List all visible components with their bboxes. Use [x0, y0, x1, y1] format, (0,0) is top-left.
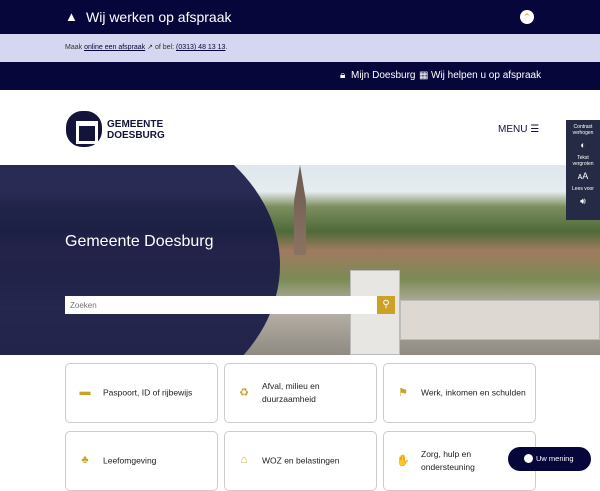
mijn-doesburg-link[interactable]: Mijn Doesburg [351, 70, 415, 81]
alert-text: Maak [65, 44, 83, 51]
handshake-icon: ✋ [396, 455, 410, 467]
hero-title: Gemeente Doesburg [65, 233, 214, 250]
hero-overlay [0, 165, 280, 355]
read-aloud-button[interactable]: Lees voor 🔊︎ [566, 186, 600, 207]
alert-bar: ▲ Wij werken op afspraak ⌃ [0, 0, 600, 34]
recycle-icon: ♻ [239, 387, 249, 399]
search-input[interactable] [65, 296, 377, 314]
building-image [400, 300, 600, 340]
alert-text: . [225, 44, 228, 51]
search-button[interactable]: ⚲ [377, 296, 395, 314]
search-icon: ⚲ [382, 299, 390, 310]
feedback-button[interactable]: Uw mening [508, 447, 591, 471]
card-woz[interactable]: ⌂ WOZ en belastingen [224, 431, 377, 491]
hamburger-icon: ☰ [530, 124, 540, 135]
id-card-icon: ▬ [79, 386, 91, 398]
calendar-icon: ▦ [419, 70, 429, 81]
accessibility-panel: Contrast verhogen ◐ Tekst vergroten ᴀA Lee… [566, 120, 600, 220]
phone-link[interactable]: (0313) 48 13 13 [176, 44, 225, 51]
card-paspoort[interactable]: ▬ Paspoort, ID of rijbewijs [65, 363, 218, 423]
alert-details: Maak online een afspraak ↗ of bel: (0313… [0, 34, 600, 62]
appointment-link[interactable]: online een afspraak [84, 44, 145, 51]
house-icon: ⌂ [240, 454, 248, 466]
warning-icon: ▲ [65, 9, 78, 24]
card-werk[interactable]: ⚑ Werk, inkomen en schulden [383, 363, 536, 423]
lock-icon: 🔒︎ [340, 70, 346, 81]
card-leefomgeving[interactable]: ♣ Leefomgeving [65, 431, 218, 491]
logo-text[interactable]: GEMEENTE DOESBURG [107, 119, 165, 141]
text-size-button[interactable]: Tekst vergroten ᴀA [566, 155, 600, 182]
work-icon: ⚑ [398, 387, 408, 399]
contrast-button[interactable]: Contrast verhogen ◐ [566, 124, 600, 151]
menu-button[interactable]: MENU ☰ [498, 124, 539, 135]
alert-title: Wij werken op afspraak [86, 9, 232, 25]
tree-icon: ♣ [81, 454, 89, 466]
collapse-alert-button[interactable]: ⌃ [520, 10, 534, 24]
alert-text: of bel: [154, 44, 175, 51]
appointment-nav-link[interactable]: Wij helpen u op afspraak [431, 70, 541, 81]
external-link-icon: ↗ [147, 44, 154, 51]
speaker-icon: 🔊︎ [580, 196, 586, 206]
card-afval[interactable]: ♻ Afval, milieu en duurzaamheid [224, 363, 377, 423]
smiley-icon [524, 454, 533, 463]
contrast-icon: ◐ [580, 140, 586, 150]
hero: Gemeente Doesburg ⚲ [0, 165, 600, 355]
logo-icon[interactable] [66, 111, 102, 147]
text-size-icon: ᴀA [577, 171, 589, 181]
top-nav: 🔒︎ Mijn Doesburg ▦ Wij helpen u op afspr… [0, 62, 600, 90]
church-tower-image [294, 165, 306, 255]
